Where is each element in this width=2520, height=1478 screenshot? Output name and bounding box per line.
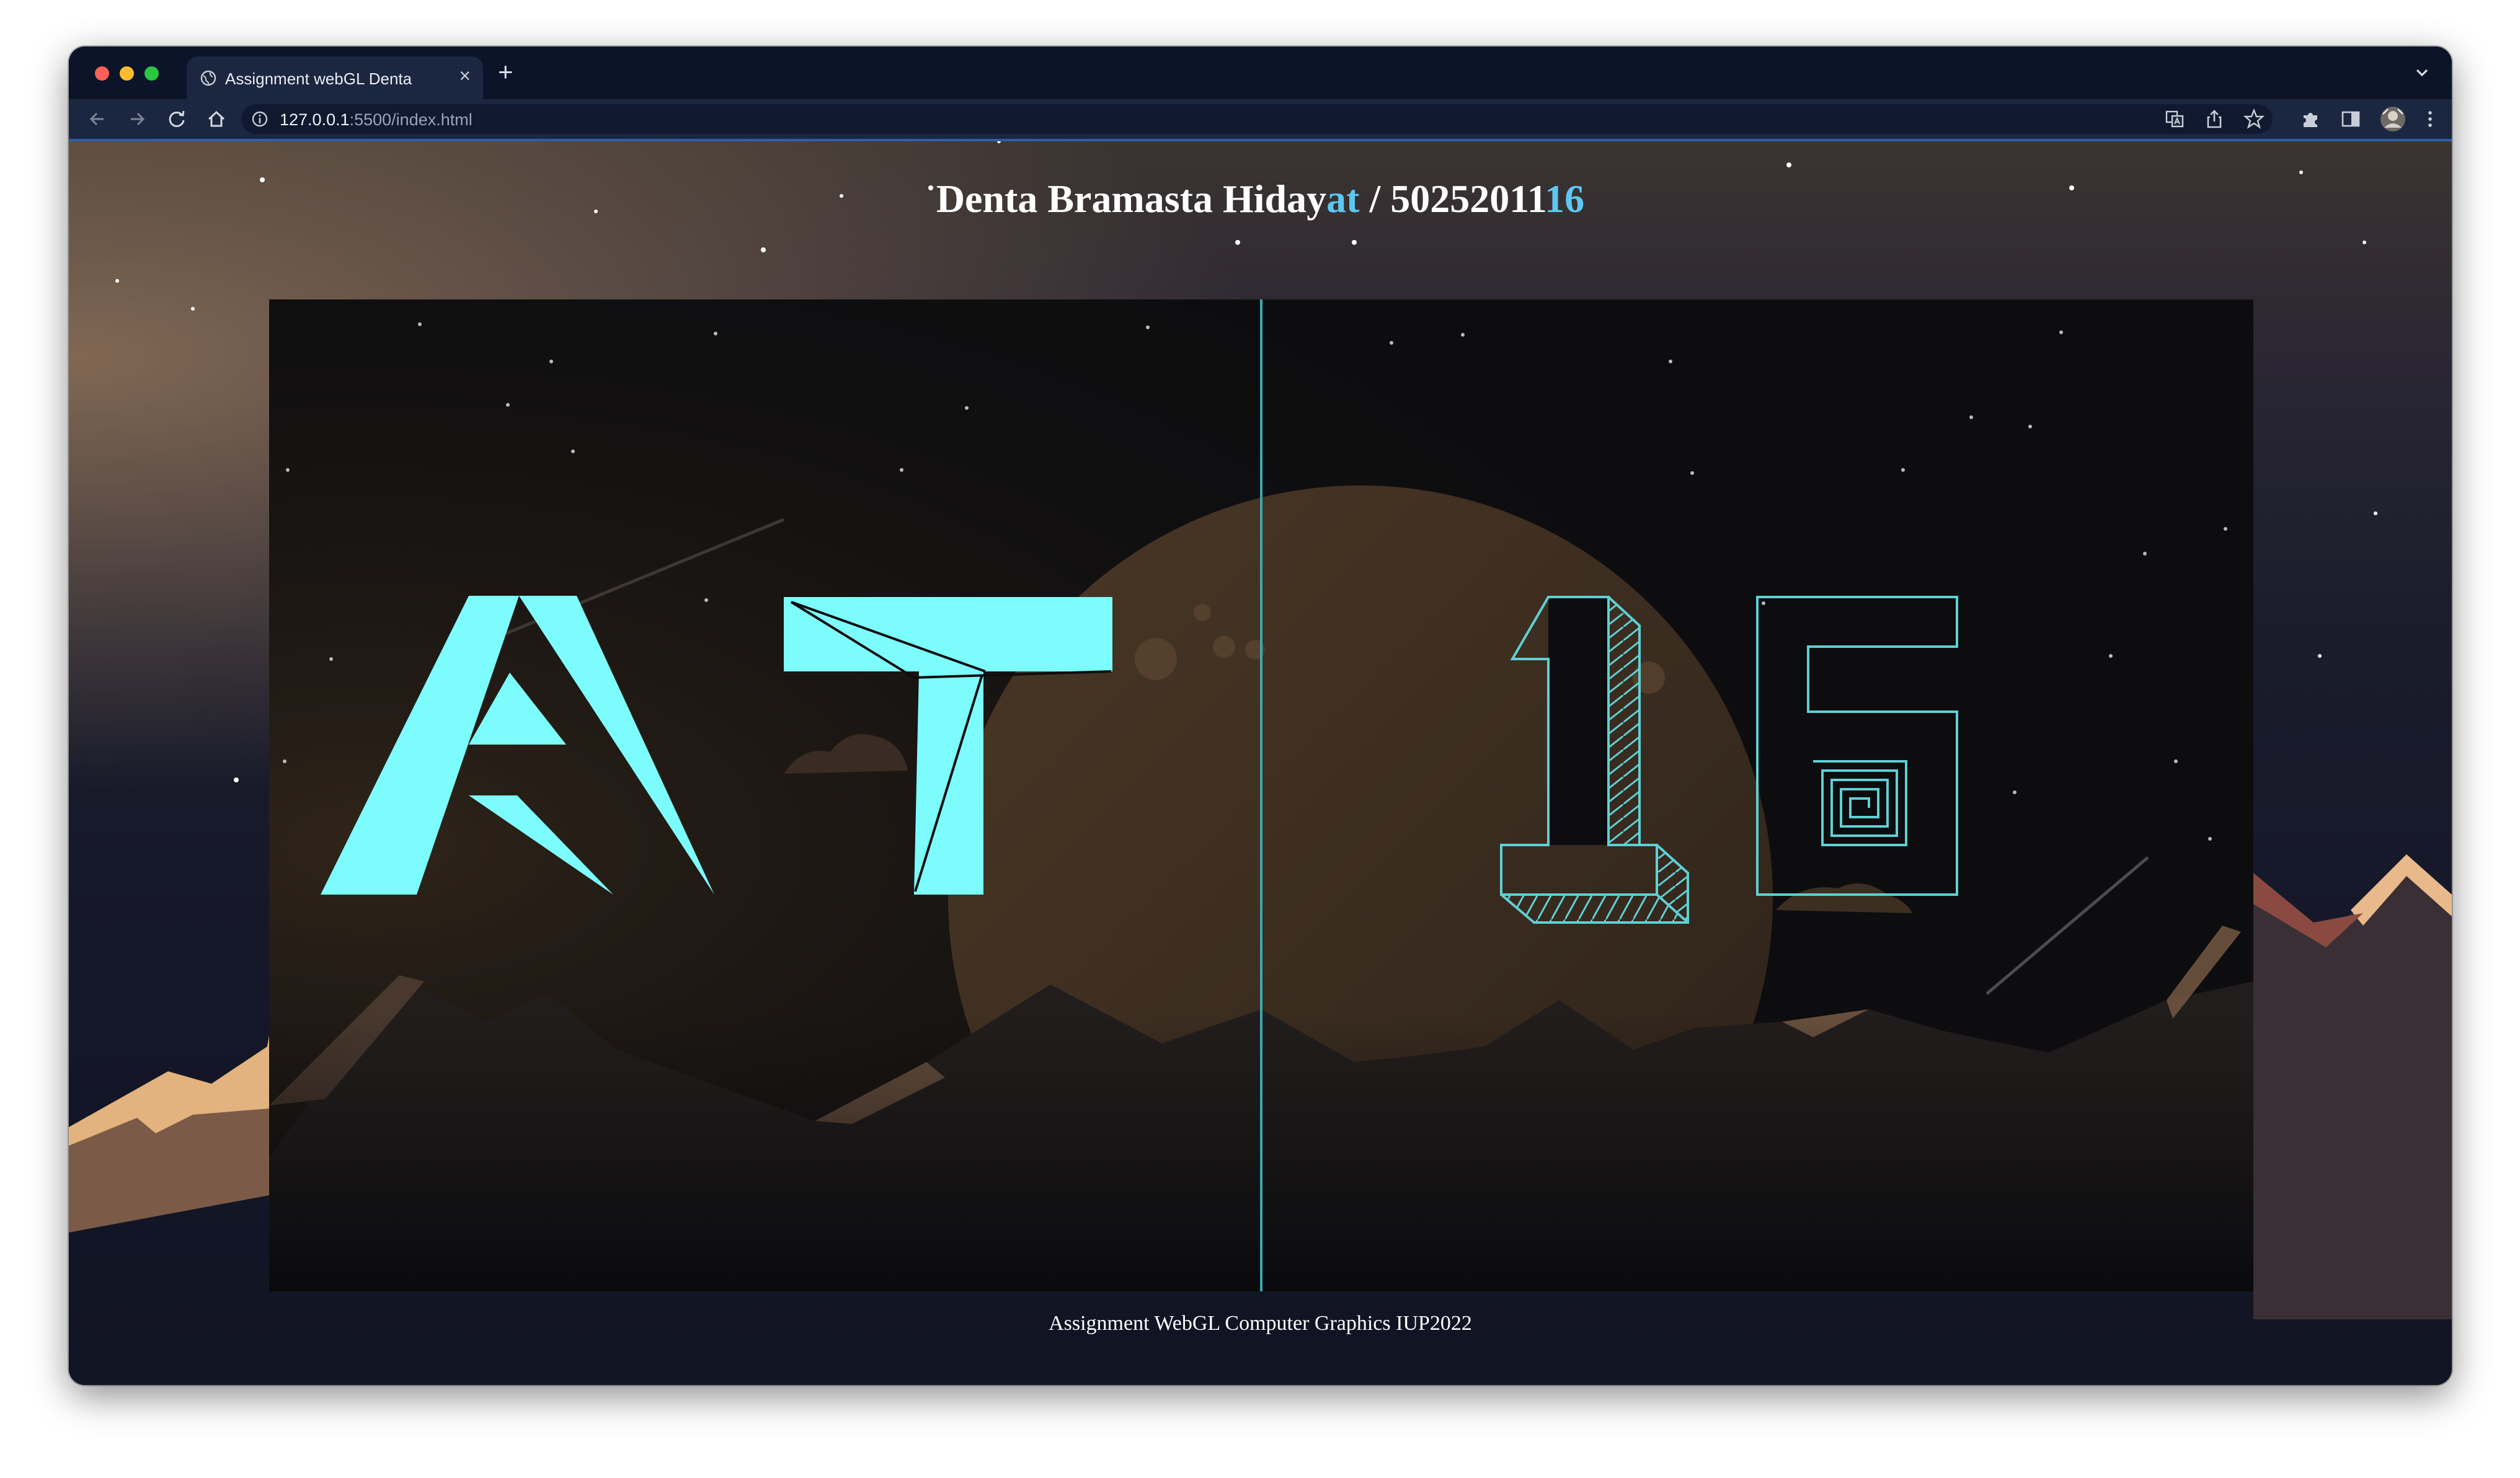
star-icon[interactable] [2243,108,2265,130]
url-host: 127.0.0.1 [280,110,350,129]
side-panel-icon[interactable] [2340,108,2362,130]
title-name: Denta Bramasta Hiday [936,177,1327,221]
tab-strip: Assignment webGL Denta × + [69,46,2452,99]
url-text: 127.0.0.1:5500/index.html [280,110,472,130]
minimize-window-button[interactable] [120,66,134,81]
browser-tab[interactable]: Assignment webGL Denta × [187,56,483,99]
browser-toolbar: 127.0.0.1:5500/index.html [69,99,2452,139]
puzzle-icon[interactable] [2300,108,2322,130]
canvas-scene [269,299,2253,1291]
arrow-left-icon[interactable] [86,108,109,130]
url-path: :5500/index.html [349,110,472,129]
tab-title: Assignment webGL Denta [225,69,412,88]
title-name-accent: at [1326,177,1360,221]
globe-icon [200,70,216,86]
title-id-accent: 16 [1545,177,1585,221]
kebab-menu-icon[interactable] [2419,108,2441,130]
arrow-right-icon[interactable] [126,108,148,130]
home-icon[interactable] [205,108,228,130]
tab-close-button[interactable]: × [459,66,471,86]
browser-window: Assignment webGL Denta × + 127.0.0.1:550… [69,46,2452,1385]
avatar[interactable] [2379,105,2407,133]
maximize-window-button[interactable] [144,66,159,81]
chevron-down-icon[interactable] [2411,61,2433,84]
title-separator: / [1359,177,1391,221]
translate-icon[interactable] [2163,108,2186,130]
close-window-button[interactable] [95,66,109,81]
info-icon[interactable] [251,110,268,128]
page-title: Denta Bramasta Hidayat / 5025201116 [69,176,2452,222]
page-viewport: Denta Bramasta Hidayat / 5025201116 Assi… [69,141,2452,1385]
reload-icon[interactable] [166,108,188,130]
share-icon[interactable] [2203,108,2225,130]
title-id: 50252011 [1390,177,1545,221]
new-tab-button[interactable]: + [498,59,513,85]
page-footer: Assignment WebGL Computer Graphics IUP20… [1049,1312,1472,1335]
address-bar[interactable]: 127.0.0.1:5500/index.html [241,104,2273,134]
webgl-canvas[interactable] [269,299,2253,1291]
